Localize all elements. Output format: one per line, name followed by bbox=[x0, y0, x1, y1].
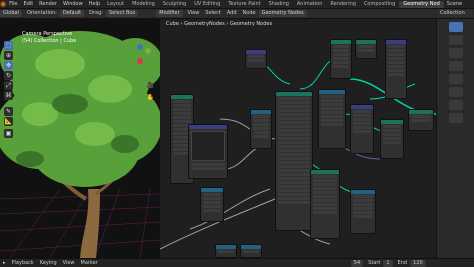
node-join-geometry[interactable] bbox=[330, 39, 352, 79]
transform-orientation-select[interactable]: Global bbox=[0, 10, 22, 17]
node-editor[interactable]: Cube › GeometryNodes › Geometry Nodes bbox=[160, 19, 436, 258]
viewport-subtitle: (54) Collection | Cube bbox=[22, 38, 77, 44]
viewport-title: Camera Perspective bbox=[22, 31, 73, 37]
node-transform[interactable] bbox=[355, 39, 377, 59]
tab-layout[interactable]: Layout bbox=[103, 1, 128, 8]
tab-uv-editing[interactable]: UV Editing bbox=[190, 1, 224, 8]
node-menu-node[interactable]: Node bbox=[240, 10, 259, 17]
curve-widget[interactable] bbox=[191, 131, 225, 161]
top-bar: ◉ File Edit Render Window Help Layout Mo… bbox=[0, 0, 474, 9]
rotate-icon[interactable]: ↻ bbox=[4, 71, 13, 80]
properties-tab-active[interactable] bbox=[448, 22, 463, 32]
properties-tab[interactable] bbox=[448, 35, 463, 45]
cursor-icon[interactable]: ⊕ bbox=[4, 51, 13, 60]
node-instance-on-points[interactable] bbox=[385, 39, 407, 99]
add-cube-icon[interactable]: ▣ bbox=[4, 129, 13, 138]
tab-modeling[interactable]: Modeling bbox=[128, 1, 159, 8]
node-set-position[interactable] bbox=[318, 89, 346, 149]
editor-header-bar: Global Orientation: Default Drag: Select… bbox=[0, 9, 474, 19]
outliner-item-collection[interactable]: Collection bbox=[438, 10, 472, 17]
node-menu-add[interactable]: Add bbox=[224, 10, 240, 17]
menu-render[interactable]: Render bbox=[36, 1, 60, 7]
node-tree-select[interactable]: Geometry Nodes bbox=[258, 10, 307, 17]
node-value[interactable] bbox=[245, 49, 267, 69]
node-mesh-line[interactable] bbox=[215, 244, 237, 258]
node-set-material[interactable] bbox=[350, 189, 376, 234]
timeline: ▸ Playback Keying View Marker 54 Start 1… bbox=[0, 258, 474, 267]
node-realize-instances[interactable] bbox=[380, 119, 404, 159]
properties-tab[interactable] bbox=[448, 74, 463, 84]
annotate-icon[interactable]: ✎ bbox=[4, 107, 13, 116]
node-editor-type-select[interactable]: Modifier bbox=[156, 10, 183, 17]
current-frame-field[interactable]: 54 bbox=[350, 259, 364, 267]
select-icon[interactable]: ⬚ bbox=[4, 41, 13, 50]
node-menu-select[interactable]: Select bbox=[202, 10, 223, 17]
orientation-select[interactable]: Default bbox=[59, 10, 85, 17]
tab-rendering[interactable]: Rendering bbox=[326, 1, 360, 8]
move-icon[interactable]: ✥ bbox=[4, 61, 13, 70]
properties-tab[interactable] bbox=[448, 87, 463, 97]
tab-texture-paint[interactable]: Texture Paint bbox=[224, 1, 264, 8]
hand-icon[interactable]: ✋ bbox=[146, 93, 155, 102]
tab-shading[interactable]: Shading bbox=[265, 1, 293, 8]
menu-file[interactable]: File bbox=[6, 1, 20, 7]
node-float-curve[interactable] bbox=[188, 124, 228, 179]
drag-label: Drag: bbox=[89, 10, 103, 16]
tab-compositing[interactable]: Compositing bbox=[360, 1, 399, 8]
transform-icon[interactable]: ⌘ bbox=[4, 91, 13, 100]
timeline-keying[interactable]: Keying bbox=[37, 260, 60, 267]
end-label: End bbox=[397, 259, 408, 266]
properties-tab[interactable] bbox=[448, 61, 463, 71]
node-math[interactable] bbox=[200, 187, 224, 222]
node-group-output[interactable] bbox=[408, 109, 434, 131]
tab-animation[interactable]: Animation bbox=[293, 1, 327, 8]
start-label: Start bbox=[368, 259, 381, 266]
play-icon[interactable]: ▸ bbox=[0, 260, 9, 267]
menu-window[interactable]: Window bbox=[60, 1, 86, 7]
outliner: Collection bbox=[436, 0, 474, 19]
orientation-label: Orientation: bbox=[26, 10, 57, 16]
menu-edit[interactable]: Edit bbox=[20, 1, 36, 7]
properties-tab[interactable] bbox=[448, 100, 463, 110]
timeline-view[interactable]: View bbox=[60, 260, 78, 267]
node-random-value[interactable] bbox=[250, 109, 272, 149]
menu-help[interactable]: Help bbox=[86, 1, 103, 7]
tab-sculpting[interactable]: Sculpting bbox=[159, 1, 190, 8]
viewport-scene bbox=[0, 19, 160, 258]
properties-tab[interactable] bbox=[448, 48, 463, 58]
node-resample-curve[interactable] bbox=[240, 244, 262, 258]
node-vector-math[interactable] bbox=[350, 104, 374, 154]
timeline-playback[interactable]: Playback bbox=[9, 260, 37, 267]
scale-icon[interactable]: ⤢ bbox=[4, 81, 13, 90]
timeline-marker[interactable]: Marker bbox=[78, 260, 101, 267]
properties-tab[interactable] bbox=[448, 113, 463, 123]
end-frame-field[interactable]: 120 bbox=[410, 259, 426, 267]
3d-viewport[interactable]: Camera Perspective (54) Collection | Cub… bbox=[0, 19, 160, 258]
node-curve-to-mesh[interactable] bbox=[310, 169, 340, 239]
drag-select[interactable]: Select Box bbox=[105, 10, 139, 17]
measure-icon[interactable]: 📐 bbox=[4, 117, 13, 126]
camera-icon[interactable]: 🎥 bbox=[146, 81, 155, 90]
node-distribute-points[interactable] bbox=[275, 91, 313, 231]
node-menu-view[interactable]: View bbox=[185, 10, 203, 17]
start-frame-field[interactable]: 1 bbox=[383, 259, 393, 267]
properties-panel bbox=[436, 19, 474, 258]
